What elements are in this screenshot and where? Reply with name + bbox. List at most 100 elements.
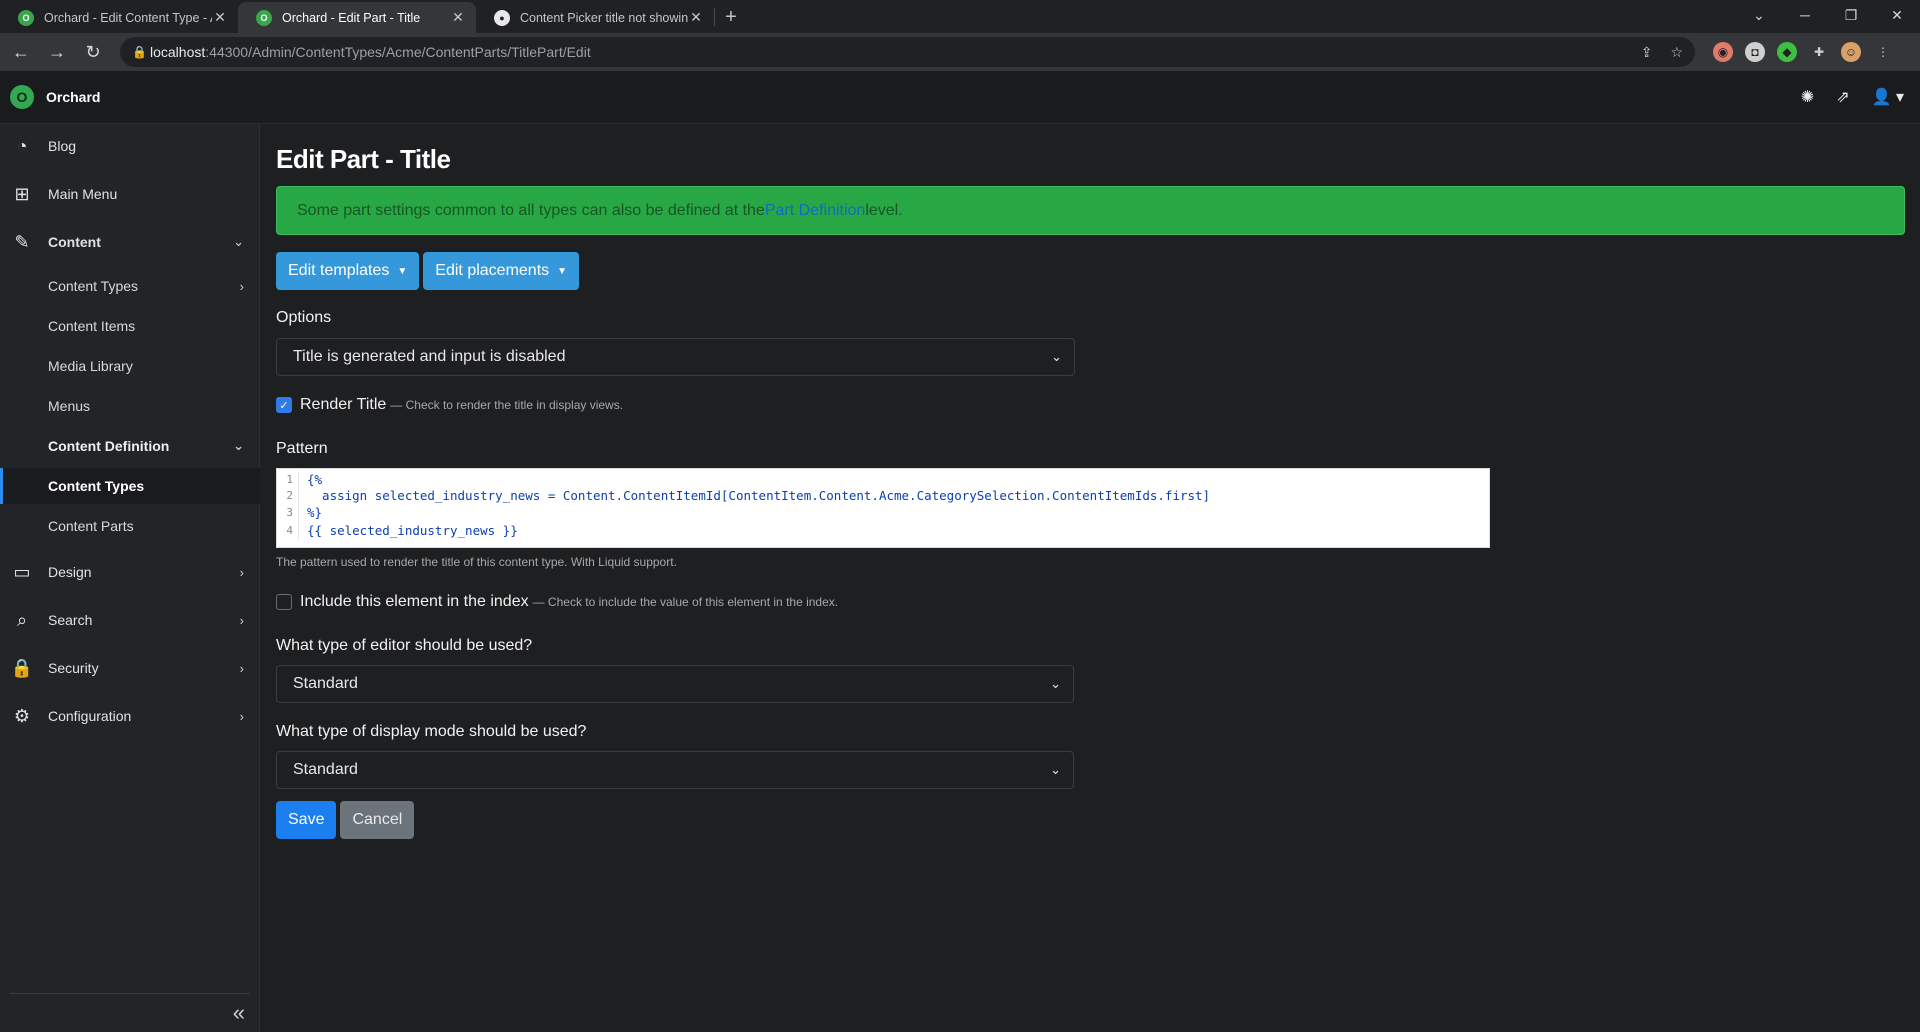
url-host: localhost bbox=[150, 44, 206, 60]
reload-icon[interactable]: ↻ bbox=[78, 37, 108, 67]
orchard-logo-icon[interactable]: O bbox=[10, 85, 34, 109]
sidebar-item-media-library[interactable]: Media Library bbox=[0, 348, 260, 384]
sidebar-item-configuration[interactable]: ⚙ Configuration › bbox=[0, 698, 260, 734]
lock-icon: 🔒 bbox=[10, 657, 34, 678]
back-arrow-icon[interactable]: ← bbox=[6, 37, 36, 67]
chevron-down-icon: ⌄ bbox=[233, 234, 244, 249]
gear-icon: ⚙ bbox=[13, 705, 31, 726]
sidebar-item-definition-content-types[interactable]: Content Types bbox=[0, 468, 260, 504]
kebab-menu-icon[interactable]: ⋮ bbox=[1873, 42, 1893, 62]
chevron-down-icon: ⌄ bbox=[1050, 676, 1061, 691]
template-buttons: Edit templates ▼ Edit placements ▼ bbox=[276, 252, 580, 290]
restore-button[interactable]: ❐ bbox=[1828, 0, 1874, 30]
sidebar-item-content[interactable]: ✎ Content ⌄ bbox=[0, 224, 260, 260]
options-select[interactable]: Title is generated and input is disabled… bbox=[276, 338, 1075, 376]
code-line: 1 {% bbox=[277, 469, 1489, 489]
rss-icon: ◔ bbox=[16, 135, 28, 156]
url-path: :44300/Admin/ContentTypes/Acme/ContentPa… bbox=[205, 44, 591, 60]
tab-title: Orchard - Edit Content Type - Ac bbox=[44, 10, 212, 25]
camera-extension-icon[interactable]: ◘ bbox=[1745, 42, 1765, 62]
editor-type-select[interactable]: Standard ⌄ bbox=[276, 665, 1074, 703]
sidebar-item-blog[interactable]: ◔ Blog bbox=[0, 128, 260, 164]
chevron-right-icon: › bbox=[239, 564, 244, 580]
display-mode-label: What type of display mode should be used… bbox=[276, 723, 587, 740]
sitemap-icon: ⊞ bbox=[14, 183, 30, 204]
render-title-row: ✓ Render Title — Check to render the tit… bbox=[276, 396, 623, 414]
info-alert: Some part settings common to all types c… bbox=[276, 186, 1905, 235]
cancel-button[interactable]: Cancel bbox=[340, 801, 415, 839]
profile-avatar[interactable]: ☺ bbox=[1841, 42, 1861, 62]
sidebar: ◔ Blog ⊞ Main Menu ✎ Content ⌄ Content T… bbox=[0, 124, 260, 1032]
tab-search-icon[interactable]: ⌄ bbox=[1736, 0, 1782, 30]
edit-placements-button[interactable]: Edit placements ▼ bbox=[423, 252, 580, 290]
app-header: O Orchard ✺ ⇗ 👤 ▾ bbox=[0, 71, 1920, 124]
puzzle-icon[interactable]: ✚ bbox=[1809, 42, 1829, 62]
tab-close-icon[interactable]: ✕ bbox=[212, 9, 228, 26]
edit-templates-button[interactable]: Edit templates ▼ bbox=[276, 252, 420, 290]
sidebar-divider bbox=[10, 993, 250, 994]
user-menu-icon[interactable]: 👤 ▾ bbox=[1872, 87, 1904, 107]
page-title: Edit Part - Title bbox=[276, 144, 451, 174]
pattern-help-text: The pattern used to render the title of … bbox=[276, 555, 677, 569]
tab-title: Content Picker title not showing bbox=[520, 10, 688, 25]
forward-arrow-icon[interactable]: → bbox=[42, 37, 72, 67]
brand-name[interactable]: Orchard bbox=[46, 89, 100, 105]
caret-down-icon: ▼ bbox=[397, 265, 408, 277]
pattern-label: Pattern bbox=[276, 440, 328, 457]
chevron-down-icon: ⌄ bbox=[1050, 762, 1061, 777]
sidebar-item-main-menu[interactable]: ⊞ Main Menu bbox=[0, 176, 260, 212]
chevron-right-icon: › bbox=[239, 708, 244, 724]
external-link-icon[interactable]: ⇗ bbox=[1836, 87, 1849, 107]
alert-text: Some part settings common to all types c… bbox=[297, 201, 765, 219]
sidebar-item-content-types[interactable]: Content Types › bbox=[0, 268, 260, 304]
extension-icons: ◉ ◘ ◆ ✚ ☺ ⋮ bbox=[1713, 42, 1893, 62]
index-row: Include this element in the index — Chec… bbox=[276, 593, 838, 611]
address-bar[interactable]: 🔒 localhost :44300/Admin/ContentTypes/Ac… bbox=[120, 37, 1695, 67]
search-icon: ⌕ bbox=[16, 609, 28, 630]
part-definition-link[interactable]: Part Definition bbox=[765, 202, 866, 220]
browser-toolbar: ← → ↻ 🔒 localhost :44300/Admin/ContentTy… bbox=[0, 33, 1920, 71]
monitor-icon: ▭ bbox=[13, 561, 31, 582]
sidebar-item-content-definition[interactable]: Content Definition ⌄ bbox=[0, 428, 260, 464]
sidebar-item-menus[interactable]: Menus bbox=[0, 388, 260, 424]
sidebar-item-content-parts[interactable]: Content Parts bbox=[0, 508, 260, 544]
sidebar-item-content-items[interactable]: Content Items bbox=[0, 308, 260, 344]
render-title-hint: — Check to render the title in display v… bbox=[390, 398, 624, 412]
code-line: 4 {{ selected_industry_news }} bbox=[277, 521, 1489, 539]
editor-type-label: What type of editor should be used? bbox=[276, 637, 533, 654]
star-icon[interactable]: ☆ bbox=[1670, 44, 1683, 61]
save-button[interactable]: Save bbox=[276, 801, 337, 839]
caret-down-icon: ▼ bbox=[557, 265, 568, 277]
browser-tab-github[interactable]: ● Content Picker title not showing ✕ bbox=[476, 2, 714, 33]
minimize-button[interactable]: ─ bbox=[1782, 0, 1828, 30]
browser-tab-bar: O Orchard - Edit Content Type - Ac ✕ O O… bbox=[0, 0, 1920, 33]
collapse-sidebar-icon[interactable]: « bbox=[233, 1000, 245, 1026]
close-window-button[interactable]: ✕ bbox=[1874, 0, 1920, 30]
tab-close-icon[interactable]: ✕ bbox=[450, 9, 466, 26]
extension-icon[interactable]: ◆ bbox=[1777, 42, 1797, 62]
extension-icon[interactable]: ◉ bbox=[1713, 42, 1733, 62]
form-actions: Save Cancel bbox=[276, 801, 415, 839]
display-mode-select[interactable]: Standard ⌄ bbox=[276, 751, 1074, 789]
sidebar-item-security[interactable]: 🔒 Security › bbox=[0, 650, 260, 686]
options-label: Options bbox=[276, 309, 332, 326]
code-line: 3 %} bbox=[277, 504, 1489, 522]
sidebar-item-design[interactable]: ▭ Design › bbox=[0, 554, 260, 590]
theme-toggle-icon[interactable]: ✺ bbox=[1801, 87, 1814, 107]
github-icon: ● bbox=[494, 9, 510, 26]
share-icon[interactable]: ⇪ bbox=[1641, 44, 1653, 61]
render-title-checkbox[interactable]: ✓ bbox=[276, 397, 292, 413]
orchard-favicon-icon: O bbox=[256, 9, 272, 26]
tab-close-icon[interactable]: ✕ bbox=[688, 9, 704, 26]
pattern-code-editor[interactable]: 1 {% 2 assign selected_industry_news = C… bbox=[276, 468, 1490, 548]
new-tab-button[interactable]: + bbox=[715, 2, 747, 33]
browser-tab-edit-part[interactable]: O Orchard - Edit Part - Title ✕ bbox=[238, 2, 476, 33]
render-title-label: Render Title bbox=[300, 396, 387, 413]
browser-tab-edit-content-type[interactable]: O Orchard - Edit Content Type - Ac ✕ bbox=[0, 2, 238, 33]
include-index-checkbox[interactable] bbox=[276, 594, 292, 610]
include-index-hint: — Check to include the value of this ele… bbox=[532, 595, 839, 609]
window-controls: ⌄ ─ ❐ ✕ bbox=[1736, 0, 1920, 30]
edit-icon: ✎ bbox=[14, 231, 30, 252]
chevron-right-icon: › bbox=[239, 278, 244, 294]
sidebar-item-search[interactable]: ⌕ Search › bbox=[0, 602, 260, 638]
